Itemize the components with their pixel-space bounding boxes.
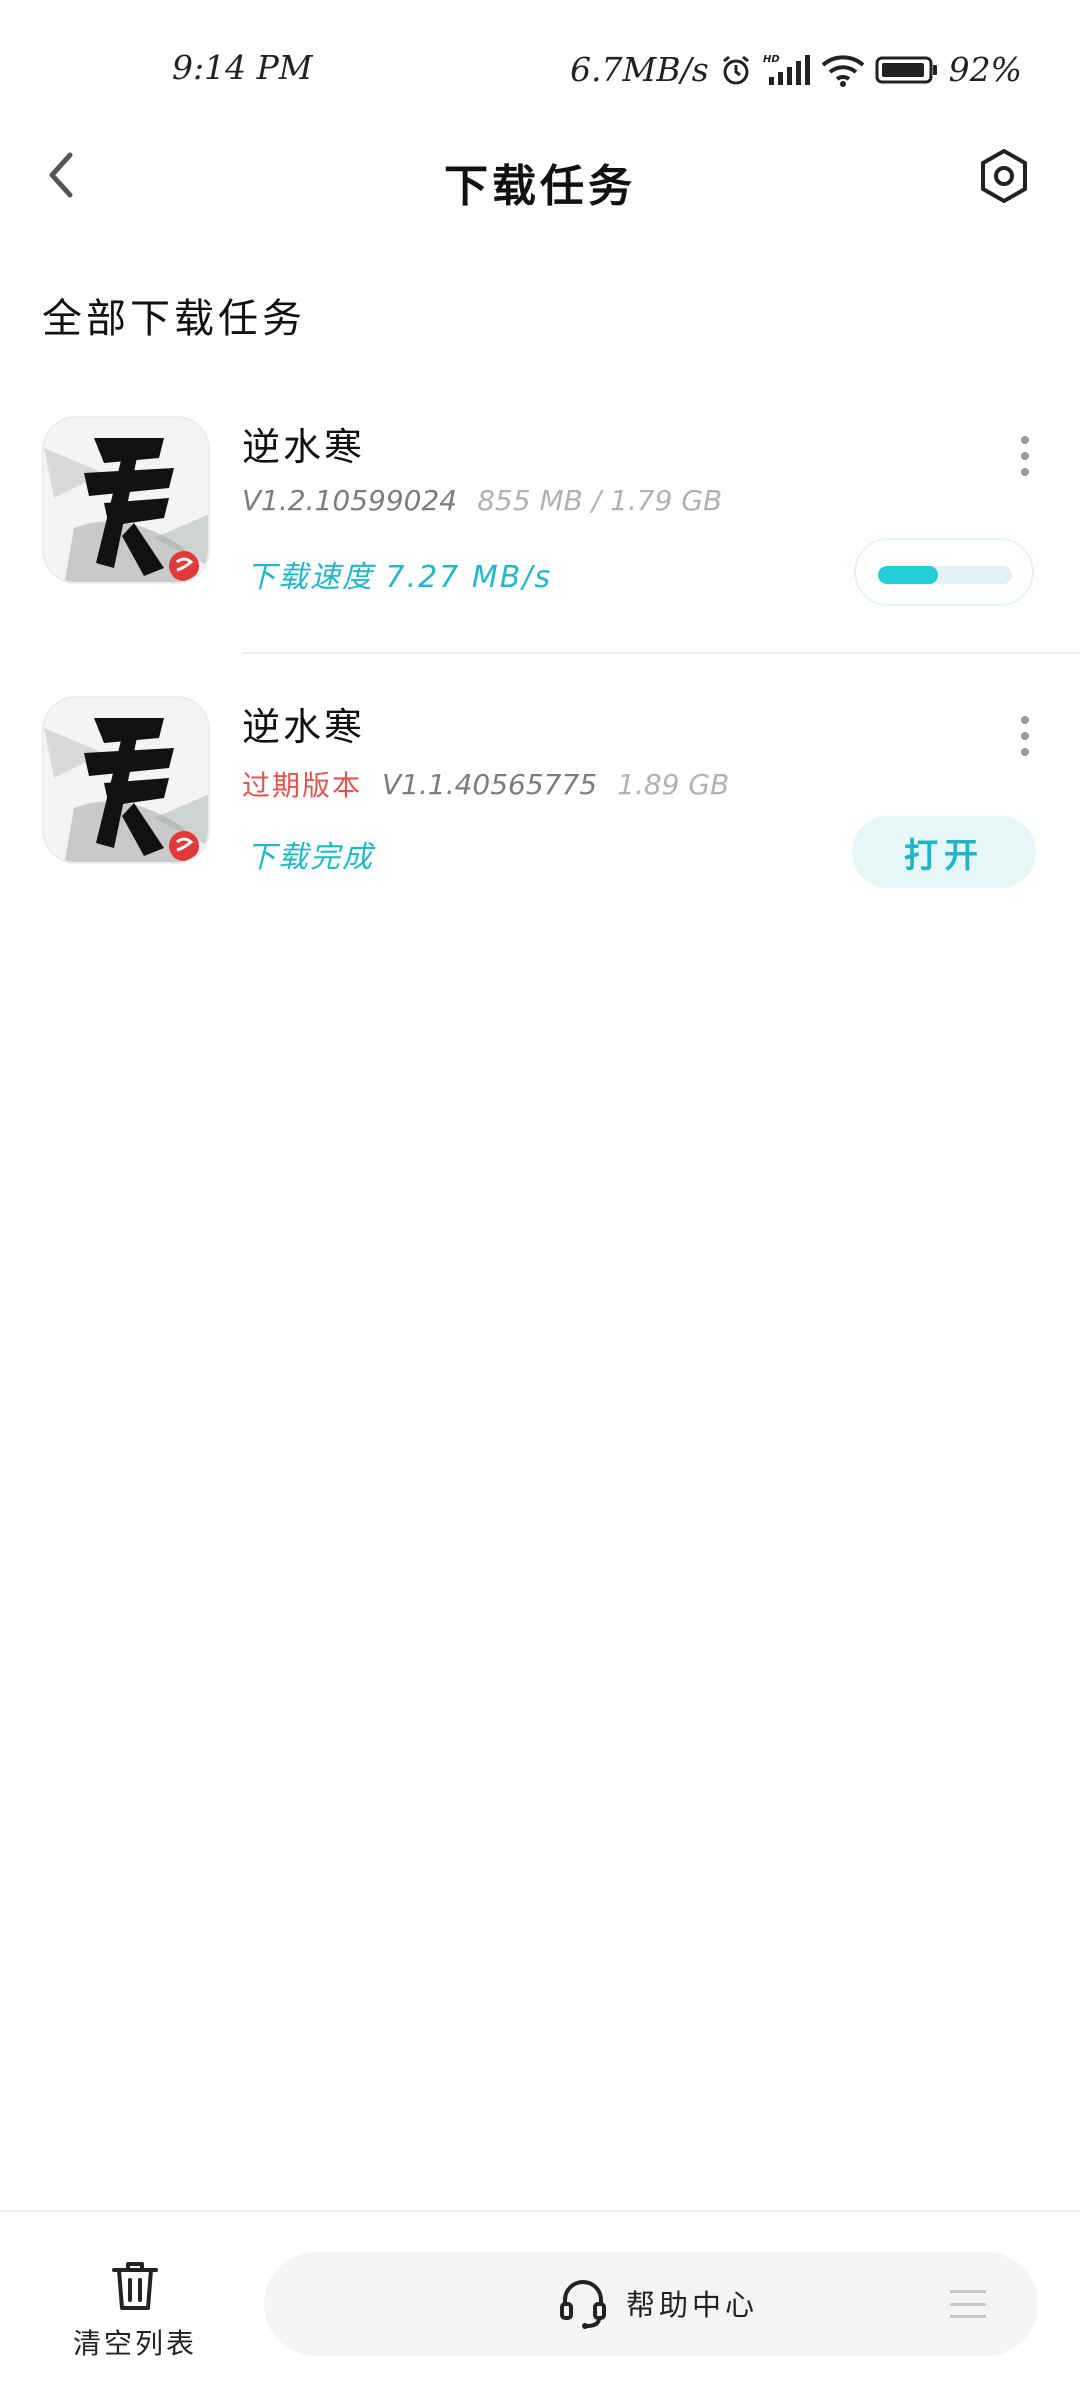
open-button[interactable]: 打开 xyxy=(852,816,1036,888)
svg-text:HD: HD xyxy=(763,54,780,65)
more-options-button[interactable] xyxy=(1010,426,1040,486)
net-speed: 6.7MB/s xyxy=(570,50,709,89)
more-dot-icon xyxy=(1021,716,1029,724)
game-app-icon xyxy=(42,696,210,864)
more-options-button[interactable] xyxy=(1010,706,1040,766)
task-version: V1.1.40565775 xyxy=(382,767,598,801)
page-title: 下载任务 xyxy=(444,161,636,212)
status-bar: 9:14 PM 6.7MB/s HD 92% xyxy=(0,0,1080,140)
outdated-version-badge: 过期版本 xyxy=(242,769,363,802)
status-icons: 6.7MB/s HD 92% xyxy=(570,50,1022,89)
help-center-bar[interactable]: 帮助中心 xyxy=(264,2252,1038,2356)
clear-list-button[interactable]: 清空列表 xyxy=(60,2258,210,2368)
help-center-button[interactable]: 帮助中心 xyxy=(558,2276,758,2330)
task-size: 855 MB / 1.79 GB xyxy=(477,484,723,517)
alarm-icon xyxy=(719,53,753,87)
task-size: 1.89 GB xyxy=(617,767,730,801)
download-task-item[interactable]: 逆水寒 V1.2.10599024 855 MB / 1.79 GB 下载速度 … xyxy=(0,392,1080,632)
more-dot-icon xyxy=(1021,748,1029,756)
task-name: 逆水寒 xyxy=(242,425,366,469)
menu-line xyxy=(950,2315,986,2318)
section-title: 全部下载任务 xyxy=(42,296,306,342)
pause-download-button[interactable] xyxy=(854,538,1034,606)
download-progress-bar xyxy=(878,566,1012,584)
battery-percent: 92% xyxy=(948,50,1022,89)
hexagon-settings-icon xyxy=(981,149,1027,203)
download-task-item[interactable]: 逆水寒 过期版本 V1.1.40565775 1.89 GB 下载完成 打开 xyxy=(0,672,1080,912)
task-meta: V1.2.10599024 855 MB / 1.79 GB xyxy=(242,484,722,517)
clear-list-label: 清空列表 xyxy=(72,2327,197,2360)
status-time: 9:14 PM xyxy=(172,48,313,87)
more-dot-icon xyxy=(1021,468,1029,476)
task-name: 逆水寒 xyxy=(242,705,366,749)
task-version: V1.2.10599024 xyxy=(242,484,458,517)
help-center-label: 帮助中心 xyxy=(626,2288,759,2322)
list-divider xyxy=(242,652,1080,654)
menu-line xyxy=(950,2290,986,2293)
more-dot-icon xyxy=(1021,452,1029,460)
task-status: 下载完成 xyxy=(246,840,374,875)
trash-icon xyxy=(112,2262,158,2310)
bottom-divider xyxy=(0,2210,1080,2212)
menu-icon[interactable] xyxy=(950,2290,986,2318)
menu-line xyxy=(950,2302,986,2306)
headset-icon xyxy=(560,2280,606,2329)
more-dot-icon xyxy=(1021,732,1029,740)
settings-button[interactable] xyxy=(972,144,1036,208)
game-app-icon xyxy=(42,416,210,584)
task-meta: 过期版本 V1.1.40565775 1.89 GB xyxy=(242,764,729,804)
wifi-icon xyxy=(821,53,865,87)
more-dot-icon xyxy=(1021,436,1029,444)
download-tasks-page: 9:14 PM 6.7MB/s HD 92% 下载任务 全部下载任务 逆水寒 V… xyxy=(0,0,1080,2400)
download-progress-fill xyxy=(878,566,939,584)
battery-icon xyxy=(875,55,939,85)
header: 下载任务 xyxy=(0,130,1080,220)
task-status: 下载速度 7.27 MB/s xyxy=(246,560,553,595)
hd-signal-icon: HD xyxy=(763,53,811,87)
